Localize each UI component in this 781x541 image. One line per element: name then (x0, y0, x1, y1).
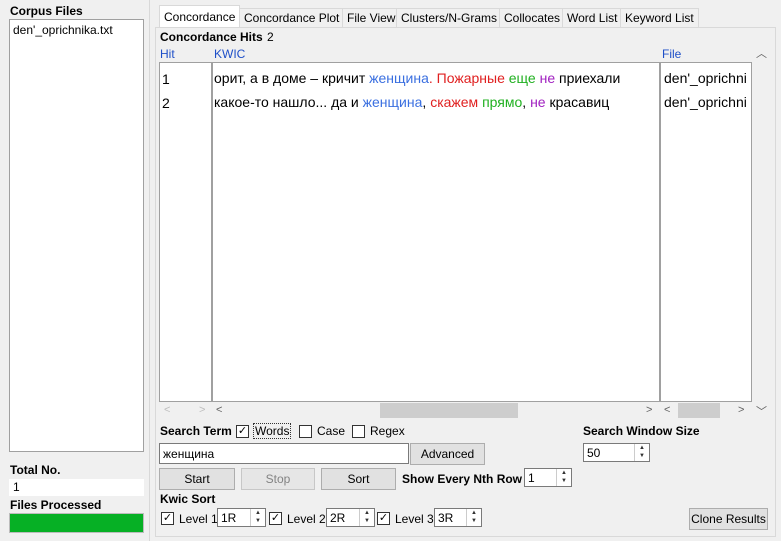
spinner-arrows[interactable]: ▲ ▼ (250, 509, 265, 526)
scroll-left-arrow[interactable]: < (664, 404, 670, 416)
sort-level-2-label: Level 2 (287, 512, 326, 526)
kwic-sort-word-2: еще (508, 70, 536, 86)
kwic-right-context: приехали (555, 70, 621, 86)
kwic-left-context: какое-то нашло... да и (214, 94, 359, 110)
scroll-right-arrow[interactable]: > (199, 404, 205, 416)
tab-collocates[interactable]: Collocates (499, 8, 566, 27)
hit-column-header[interactable]: Hit (160, 47, 175, 61)
tab-word-list[interactable]: Word List (562, 8, 623, 27)
sort-level-1-checkbox[interactable]: ✓ (161, 512, 174, 525)
kwic-right-context: красавиц (545, 94, 610, 110)
sort-level-3-spinner[interactable]: 3R ▲ ▼ (434, 508, 482, 527)
case-checkbox[interactable] (299, 425, 312, 438)
progress-fill (10, 514, 143, 532)
kwic-sort-word-1: скажем (430, 94, 479, 110)
scroll-right-arrow[interactable]: > (738, 404, 744, 416)
kwic-column-header[interactable]: KWIC (214, 47, 245, 61)
kwic-clip: орит, а в доме – кричит женщина. Пожарны… (214, 62, 658, 122)
sort-button[interactable]: Sort (321, 468, 396, 490)
show-every-nth-row-label: Show Every Nth Row (402, 472, 523, 486)
concordance-hits-count: 2 (267, 30, 274, 44)
tab-file-view[interactable]: File View (342, 8, 401, 27)
scroll-left-arrow[interactable]: < (164, 404, 170, 416)
tab-concordance-plot[interactable]: Concordance Plot (239, 8, 345, 27)
kwic-sort-label: Kwic Sort (160, 492, 216, 506)
hit-hscrollbar[interactable]: < > (159, 402, 212, 419)
file-scroll-thumb[interactable] (678, 403, 720, 418)
corpus-files-list[interactable]: den'_oprichnika.txt (9, 19, 144, 452)
vertical-scrollbar[interactable]: ︿ ﹀ (752, 47, 769, 419)
kwic-node-word: женщина (362, 94, 423, 110)
tab-keyword-list[interactable]: Keyword List (620, 8, 699, 27)
sort-level-3-value: 3R (438, 511, 454, 525)
words-checkbox[interactable]: ✓ (236, 425, 249, 438)
search-input[interactable]: женщина (159, 443, 409, 464)
files-processed-progress (9, 513, 144, 533)
kwic-right-punct: . (428, 70, 437, 86)
spinner-arrows[interactable]: ▲ ▼ (466, 509, 481, 526)
kwic-scroll-thumb[interactable] (380, 403, 518, 418)
kwic-hscrollbar[interactable]: < > (212, 402, 660, 419)
total-no-value: 1 (9, 479, 144, 496)
hit-column-pane[interactable] (159, 62, 212, 402)
total-no-label: Total No. (10, 463, 61, 477)
nth-row-spinner[interactable]: 1 ▲ ▼ (524, 468, 572, 487)
case-label: Case (317, 424, 346, 438)
search-window-size-value: 50 (587, 446, 601, 460)
sort-level-1-spinner[interactable]: 1R ▲ ▼ (217, 508, 266, 527)
kwic-row-2[interactable]: какое-то нашло... да и женщина, скажем п… (214, 94, 609, 110)
search-term-label: Search Term (160, 424, 232, 438)
start-button[interactable]: Start (159, 468, 235, 490)
kwic-right-punct: , (522, 94, 531, 110)
spinner-arrows[interactable]: ▲ ▼ (556, 469, 571, 486)
nth-row-value: 1 (528, 471, 535, 485)
sort-level-1-value: 1R (221, 511, 237, 525)
panel-divider (149, 0, 150, 541)
corpus-files-title: Corpus Files (10, 4, 83, 18)
sort-level-2-value: 2R (330, 511, 346, 525)
sort-level-3-checkbox[interactable]: ✓ (377, 512, 390, 525)
kwic-sort-word-2: прямо (482, 94, 523, 110)
kwic-left-context: орит, а в доме – кричит (214, 70, 366, 86)
spinner-arrows[interactable]: ▲ ▼ (634, 444, 649, 461)
advanced-button[interactable]: Advanced (410, 443, 485, 465)
kwic-sort-word-1: Пожарные (436, 70, 505, 86)
file-hscrollbar[interactable]: < > (660, 402, 752, 419)
hit-number-1: 1 (162, 71, 170, 87)
hit-number-2: 2 (162, 95, 170, 111)
sort-level-2-spinner[interactable]: 2R ▲ ▼ (326, 508, 375, 527)
kwic-sort-word-3: не (539, 70, 556, 86)
sort-level-2-checkbox[interactable]: ✓ (269, 512, 282, 525)
stop-button[interactable]: Stop (241, 468, 315, 490)
kwic-node-word: женщина (369, 70, 429, 86)
file-clip: den'_oprichni den'_oprichni (662, 62, 750, 122)
scroll-left-arrow[interactable]: < (216, 404, 222, 416)
file-column-header[interactable]: File (662, 47, 681, 61)
tab-concordance[interactable]: Concordance (159, 5, 241, 28)
kwic-sort-word-3: не (530, 94, 546, 110)
file-cell-1: den'_oprichni (664, 70, 747, 86)
search-window-size-label: Search Window Size (583, 424, 700, 438)
regex-checkbox[interactable] (352, 425, 365, 438)
sort-level-3-label: Level 3 (395, 512, 434, 526)
spinner-arrows[interactable]: ▲ ▼ (359, 509, 374, 526)
kwic-row-1[interactable]: орит, а в доме – кричит женщина. Пожарны… (214, 70, 620, 86)
corpus-file-item[interactable]: den'_oprichnika.txt (10, 20, 143, 37)
files-processed-label: Files Processed (10, 498, 102, 512)
tab-clusters-ngrams[interactable]: Clusters/N-Grams (396, 8, 503, 27)
words-label: Words (253, 423, 292, 439)
search-window-size-spinner[interactable]: 50 ▲ ▼ (583, 443, 650, 462)
scroll-right-arrow[interactable]: > (646, 404, 652, 416)
search-query-text: женщина (163, 447, 215, 461)
scroll-down-arrow[interactable]: ﹀ (756, 403, 767, 419)
clone-results-button[interactable]: Clone Results (689, 508, 768, 530)
sort-level-1-label: Level 1 (179, 512, 218, 526)
file-cell-2: den'_oprichni (664, 94, 747, 110)
scroll-up-arrow[interactable]: ︿ (756, 45, 767, 61)
regex-label: Regex (370, 424, 405, 438)
concordance-hits-label: Concordance Hits (160, 30, 263, 44)
